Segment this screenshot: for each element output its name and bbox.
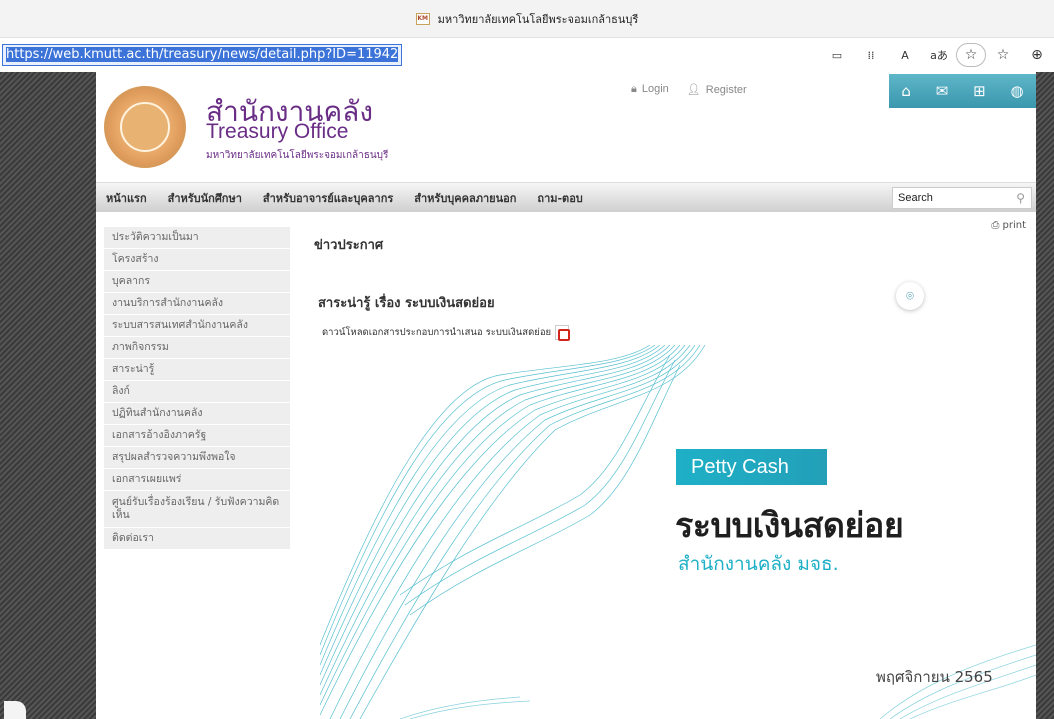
sidebar-toggle-icon[interactable]	[4, 701, 26, 719]
sidebar-item-activities[interactable]: ภาพกิจกรรม	[104, 337, 290, 359]
article-title: สาระน่ารู้ เรื่อง ระบบเงินสดย่อย	[318, 296, 495, 311]
sidebar-item-satisfaction-survey[interactable]: สรุปผลสำรวจความพึงพอใจ	[104, 447, 290, 469]
register-link[interactable]: 👤︎ Register	[687, 83, 747, 96]
printer-icon: ⎙	[991, 220, 1003, 231]
favorite-add-icon[interactable]: ☆	[956, 43, 986, 67]
sidebar-item-history[interactable]: ประวัติความเป็นมา	[104, 227, 290, 249]
top-user-links: 🔒︎ Login 👤︎ Register	[631, 83, 747, 96]
translate-icon[interactable]: aあ	[922, 40, 956, 70]
sidebar-item-structure[interactable]: โครงสร้าง	[104, 249, 290, 271]
mail-icon[interactable]: ✉	[936, 82, 949, 100]
sidebar-item-complaints[interactable]: ศูนย์รับเรื่องร้องเรียน / รับฟังความคิดเ…	[104, 491, 290, 528]
read-aloud-icon[interactable]: A	[888, 40, 922, 70]
lock-icon: 🔒︎	[631, 83, 637, 95]
apps-icon[interactable]: ⁞⁞	[854, 40, 888, 70]
section-heading: ข่าวประกาศ	[314, 238, 384, 253]
home-icon[interactable]: ⌂	[901, 82, 911, 100]
main-menu: หน้าแรก สำหรับนักศึกษา สำหรับอาจารย์และบ…	[96, 182, 1036, 212]
sidebar-menu: ประวัติความเป็นมา โครงสร้าง บุคลากร งานบ…	[104, 227, 290, 550]
login-link[interactable]: 🔒︎ Login	[631, 83, 669, 96]
menu-item-staff[interactable]: สำหรับอาจารย์และบุคลากร	[263, 189, 393, 207]
university-name: มหาวิทยาลัยเทคโนโลยีพระจอมเกล้าธนบุรี	[206, 150, 389, 161]
reader-view-icon[interactable]: ▭	[820, 40, 854, 70]
sidebar-item-personnel[interactable]: บุคลากร	[104, 271, 290, 293]
kmutt-favicon-icon: KM	[415, 12, 430, 25]
browser-tab-title-bar: KM มหาวิทยาลัยเทคโนโลยีพระจอมเกล้าธนบุรี	[0, 0, 1054, 38]
menu-item-students[interactable]: สำหรับนักศึกษา	[168, 189, 242, 207]
sidebar-item-services[interactable]: งานบริการสำนักงานคลัง	[104, 293, 290, 315]
sidebar-item-information-system[interactable]: ระบบสารสนเทศสำนักงานคลัง	[104, 315, 290, 337]
menu-item-external[interactable]: สำหรับบุคคลภายนอก	[414, 189, 516, 207]
browser-toolbar: ▭ ⁞⁞ A aあ ☆ ☆ ⊕	[820, 40, 1054, 70]
sidebar-item-knowledge[interactable]: สาระน่ารู้	[104, 359, 290, 381]
menu-item-home[interactable]: หน้าแรก	[106, 189, 147, 207]
search-input[interactable]: Search ⚲	[892, 187, 1032, 209]
sidebar-item-links[interactable]: ลิงก์	[104, 381, 290, 403]
site-content: สำนักงานคลัง Treasury Office มหาวิทยาลัย…	[96, 72, 1036, 719]
poster-date: พฤศจิกายน 2565	[876, 668, 993, 686]
office-name-english: Treasury Office	[206, 120, 349, 143]
sidebar-item-publications[interactable]: เอกสารเผยแพร่	[104, 469, 290, 491]
quick-links-bar: ⌂ ✉ ⊞ ◍	[889, 74, 1036, 108]
petty-cash-poster: Petty Cash ระบบเงินสดย่อย สำนักงานคลัง ม…	[320, 345, 1036, 719]
search-icon[interactable]: ⚲	[1016, 188, 1025, 208]
poster-headline: ระบบเงินสดย่อย	[675, 506, 904, 546]
url-field[interactable]: https://web.kmutt.ac.th/treasury/news/de…	[2, 44, 403, 66]
university-seal-logo[interactable]	[104, 86, 186, 168]
sitemap-icon[interactable]: ⊞	[973, 82, 986, 100]
collections-icon[interactable]: ⊕	[1020, 40, 1054, 70]
sidebar-item-government-docs[interactable]: เอกสารอ้างอิงภาครัฐ	[104, 425, 290, 447]
poster-subline: สำนักงานคลัง มจธ.	[678, 553, 839, 575]
favorites-icon[interactable]: ☆	[986, 40, 1020, 70]
tab-title: มหาวิทยาลัยเทคโนโลยีพระจอมเกล้าธนบุรี	[437, 12, 639, 26]
sidebar-item-calendar[interactable]: ปฏิทินสำนักงานคลัง	[104, 403, 290, 425]
menu-item-faq[interactable]: ถาม-ตอบ	[537, 189, 582, 207]
sidebar-item-contact[interactable]: ติดต่อเรา	[104, 528, 290, 550]
petty-cash-tag: Petty Cash	[676, 449, 827, 485]
user-icon: 👤︎	[686, 84, 701, 96]
pdf-icon[interactable]	[555, 325, 571, 341]
print-link[interactable]: ⎙ print	[991, 220, 1026, 231]
globe-icon[interactable]: ◍	[1010, 82, 1023, 100]
visual-search-icon[interactable]: ⌾	[896, 282, 924, 310]
download-link[interactable]: ดาวน์โหลดเอกสารประกอบการนำเสนอ ระบบเงินส…	[322, 325, 571, 341]
